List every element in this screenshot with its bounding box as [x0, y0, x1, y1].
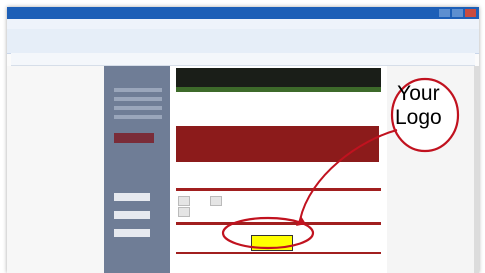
- annotation-overlay: [221, 77, 460, 250]
- callout-line-1: Your: [397, 82, 440, 105]
- callout-line-2: Logo: [395, 106, 442, 129]
- highlight-ellipse: [221, 216, 315, 250]
- callout-label: Your Logo: [395, 82, 442, 130]
- callout-arrow: [299, 129, 398, 221]
